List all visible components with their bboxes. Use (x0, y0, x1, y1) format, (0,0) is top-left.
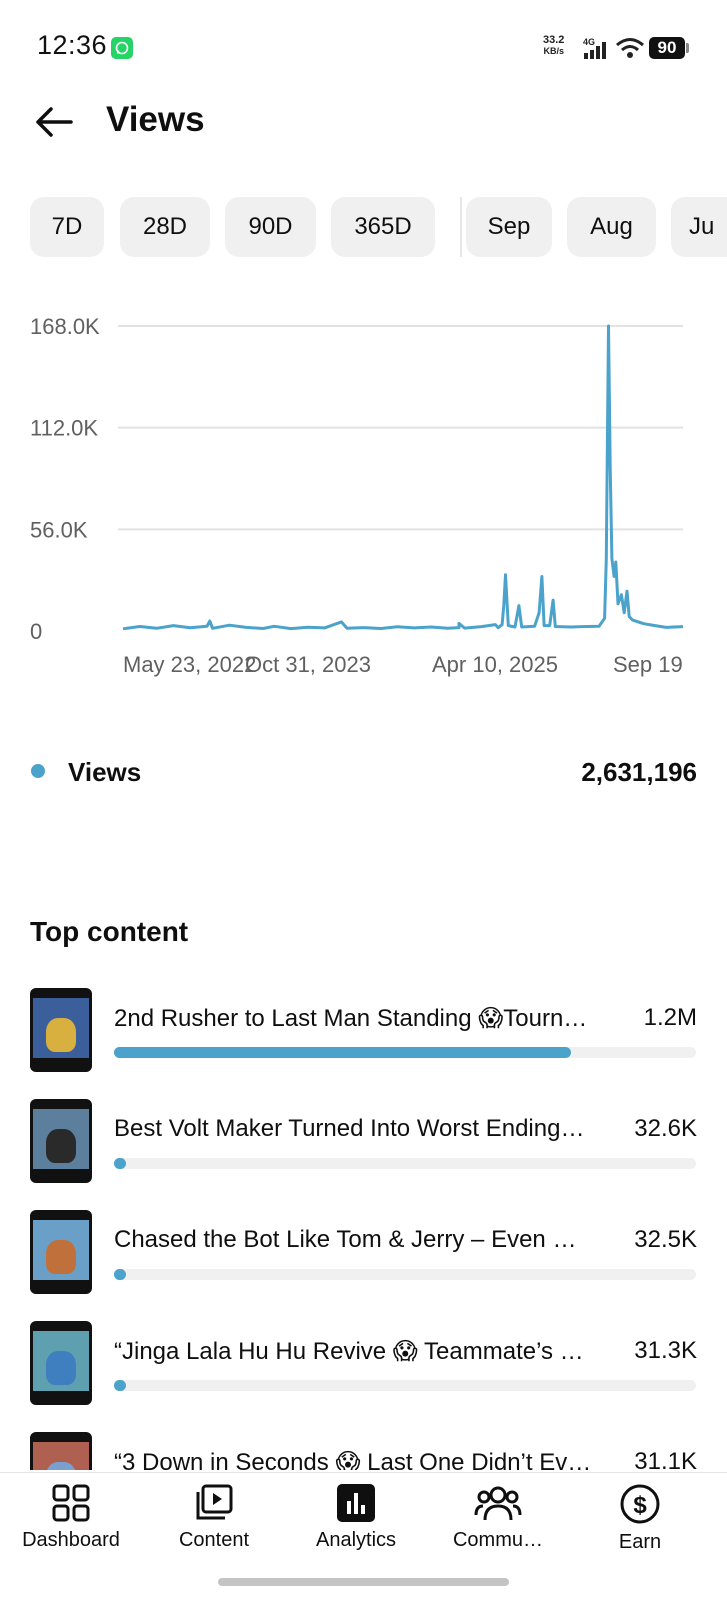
views-total: 2,631,196 (581, 757, 697, 787)
chip-sep-month[interactable]: Sep (466, 197, 552, 257)
content-views: 32.6K (634, 1115, 697, 1142)
battery-tip (686, 43, 689, 53)
community-icon (474, 1486, 522, 1521)
views-bar-track (114, 1269, 696, 1280)
chip-jul[interactable]: Ju (671, 197, 727, 257)
content-views: 31.3K (634, 1337, 697, 1364)
chip-28d[interactable]: 28D (120, 197, 210, 257)
nav-label-dashboard: Dashboard (22, 1529, 120, 1551)
views-bar-fill (114, 1269, 127, 1280)
nav-community[interactable]: Commu… (428, 1483, 568, 1567)
wifi-icon (615, 37, 645, 64)
y-tick-label: 168.0K (30, 314, 100, 339)
legend-label: Views (68, 757, 142, 787)
back-button[interactable] (30, 98, 78, 146)
views-bar-fill (114, 1047, 571, 1058)
battery-icon: 90 (649, 37, 685, 59)
x-tick-label: Oct 31, 2023 (245, 652, 371, 677)
chip-divider (460, 197, 462, 257)
nav-label-earn: Earn (618, 1531, 662, 1553)
content-item[interactable]: 2nd Rusher to Last Man Standing 😱Tourn… 1… (0, 988, 727, 1072)
content-item[interactable]: Chased the Bot Like Tom & Jerry – Even …… (0, 1210, 727, 1294)
dashboard-icon (52, 1484, 90, 1522)
content-icon (196, 1484, 233, 1520)
status-time: 12:36 (37, 30, 108, 60)
y-tick-label: 56.0K (30, 517, 88, 542)
views-bar-track (114, 1158, 696, 1169)
nav-analytics[interactable]: Analytics (286, 1483, 426, 1567)
analytics-icon (337, 1484, 375, 1522)
content-views: 31.1K (634, 1448, 697, 1470)
content-views: 32.5K (634, 1226, 697, 1253)
chip-7d[interactable]: 7D (30, 197, 104, 257)
content-item[interactable]: “Jinga Lala Hu Hu Revive 😱 Teammate’s … 3… (0, 1321, 727, 1405)
content-title: “Jinga Lala Hu Hu Revive 😱 Teammate’s … (114, 1338, 584, 1365)
page-title: Views (106, 100, 205, 139)
views-bar-track (114, 1380, 696, 1391)
video-thumbnail (30, 1099, 92, 1183)
video-thumbnail (30, 1321, 92, 1405)
content-item[interactable]: “3 Down in Seconds 😱 Last One Didn’t Ev…… (0, 1432, 727, 1470)
legend-dot (31, 764, 45, 778)
home-indicator (218, 1578, 509, 1586)
network-speed-value: 33.2 (543, 34, 565, 46)
nav-earn[interactable]: $ Earn (570, 1483, 710, 1567)
video-thumbnail (30, 1210, 92, 1294)
nav-label-analytics: Analytics (315, 1529, 397, 1551)
cell-signal-icon: 4G (583, 37, 611, 66)
content-title: 2nd Rusher to Last Man Standing 😱Tourn… (114, 1005, 588, 1032)
views-bar-fill (114, 1158, 127, 1169)
chip-365d[interactable]: 365D (331, 197, 435, 257)
status-bar: 12:36 33.2 KB/s 4G 90 (0, 0, 727, 96)
top-content-list: 2nd Rusher to Last Man Standing 😱Tourn… 1… (0, 988, 727, 1470)
back-arrow-icon (36, 107, 73, 137)
views-bar-track (114, 1047, 696, 1058)
views-series-line (122, 324, 684, 631)
content-views: 1.2M (643, 1004, 697, 1031)
views-bar-fill (114, 1380, 126, 1391)
earn-icon: $ (620, 1484, 660, 1524)
network-type: 4G (583, 37, 595, 47)
nav-content[interactable]: Content (144, 1483, 284, 1567)
y-tick-label: 0 (30, 619, 42, 644)
video-thumbnail (30, 988, 92, 1072)
chart-svg: 0 56.0K 112.0K 168.0K May 23, 2022Oct 31, 20… (30, 314, 684, 677)
network-speed-unit: KB/s (543, 46, 564, 56)
svg-text:$: $ (633, 1492, 647, 1519)
chip-aug[interactable]: Aug (567, 197, 656, 257)
nav-label-content: Content (178, 1529, 250, 1551)
x-tick-label: Apr 10, 2025 (432, 652, 558, 677)
content-title: “3 Down in Seconds 😱 Last One Didn’t Ev… (114, 1449, 592, 1470)
content-title: Chased the Bot Like Tom & Jerry – Even … (114, 1226, 577, 1253)
x-tick-label: Sep 19 (613, 652, 683, 677)
views-chart: 0 56.0K 112.0K 168.0K May 23, 2022 Oct 31, 20… (0, 300, 727, 700)
x-tick-label: May 23, 2022 (123, 652, 256, 677)
whatsapp-icon (111, 37, 133, 59)
top-content-title: Top content (30, 916, 189, 947)
content-title: Best Volt Maker Turned Into Worst Ending… (114, 1115, 585, 1142)
content-item[interactable]: Best Volt Maker Turned Into Worst Ending… (0, 1099, 727, 1183)
nav-label-community: Commu… (452, 1529, 543, 1551)
nav-dashboard[interactable]: Dashboard (1, 1483, 141, 1567)
y-tick-label: 112.0K (30, 416, 98, 441)
video-thumbnail (30, 1432, 92, 1470)
period-chips: 7D 28D 90D 365D Sep Aug Ju (30, 197, 727, 257)
chip-90d[interactable]: 90D (225, 197, 316, 257)
network-speed: 33.2 KB/s (543, 35, 564, 57)
